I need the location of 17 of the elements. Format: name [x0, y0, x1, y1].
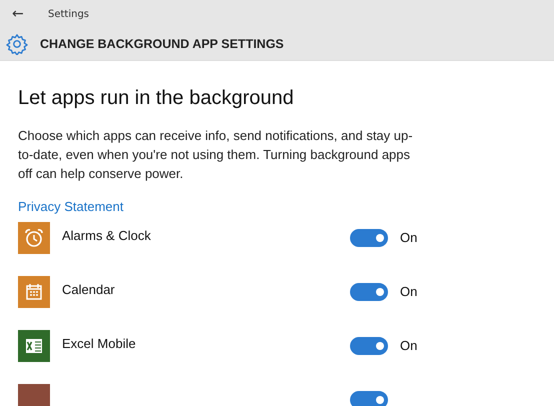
settings-icon	[6, 33, 28, 55]
app-name: Alarms & Clock	[62, 227, 152, 243]
section-heading: Let apps run in the background	[18, 87, 295, 110]
toggle-switch[interactable]	[350, 337, 388, 355]
back-button[interactable]: ←	[0, 6, 38, 22]
description: Choose which apps can receive info, send notifications, and stay up-to-date, even when you're not using them. Turning background apps off can help conserve power.	[18, 127, 414, 183]
toggle-switch[interactable]	[350, 229, 388, 247]
window-title: Settings	[48, 8, 90, 20]
privacy-link[interactable]: Privacy Statement	[18, 199, 124, 214]
toggle-state: On	[400, 338, 418, 353]
app-name: Excel Mobile	[62, 335, 137, 351]
toggle-switch[interactable]	[350, 391, 388, 406]
toggle-state: On	[400, 230, 418, 245]
toggle-state: On	[400, 284, 418, 299]
toggle-switch[interactable]	[350, 283, 388, 301]
app-name: Calendar	[62, 281, 116, 297]
page-title: CHANGE BACKGROUND APP SETTINGS	[40, 37, 284, 51]
